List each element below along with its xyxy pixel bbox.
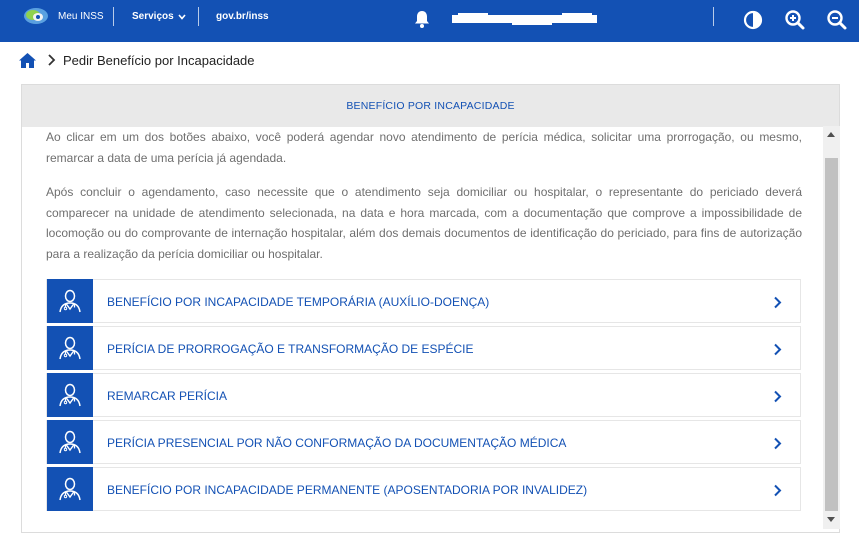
option-reschedule[interactable]: REMARCAR PERÍCIA	[46, 373, 801, 417]
instructions-paragraph: Após concluir o agendamento, caso necess…	[46, 185, 802, 261]
chevron-right-icon	[774, 484, 782, 497]
panel-scrollbar[interactable]	[823, 126, 840, 529]
option-temporary-incapacity[interactable]: BENEFÍCIO POR INCAPACIDADE TEMPORÁRIA (A…	[46, 279, 801, 323]
option-label: PERÍCIA DE PRORROGAÇÃO E TRANSFORMAÇÃO D…	[107, 342, 474, 356]
doctor-icon	[59, 336, 81, 360]
scrollbar-thumb[interactable]	[825, 158, 838, 511]
option-label: BENEFÍCIO POR INCAPACIDADE TEMPORÁRIA (A…	[107, 295, 490, 309]
scroll-up-arrow-icon[interactable]	[827, 132, 835, 137]
option-icon-box	[47, 420, 93, 464]
brand-meu-inss[interactable]: Meu INSS	[58, 11, 104, 22]
scroll-down-arrow-icon[interactable]	[827, 517, 835, 522]
divider	[198, 7, 199, 26]
panel-title: BENEFÍCIO POR INCAPACIDADE	[22, 85, 839, 127]
breadcrumb-current: Pedir Benefício por Incapacidade	[63, 52, 255, 68]
inss-logo-icon[interactable]	[23, 6, 49, 26]
option-in-person-exam[interactable]: PERÍCIA PRESENCIAL POR NÃO CONFORMAÇÃO D…	[46, 420, 801, 464]
divider	[713, 7, 714, 26]
contrast-icon[interactable]	[742, 9, 764, 31]
option-label: BENEFÍCIO POR INCAPACIDADE PERMANENTE (A…	[107, 483, 588, 497]
services-menu[interactable]: Serviços	[132, 11, 186, 22]
chevron-down-icon	[178, 13, 186, 20]
chevron-right-icon	[774, 296, 782, 309]
intro-paragraph: Ao clicar em um dos botões abaixo, você …	[46, 130, 802, 165]
doctor-icon	[59, 289, 81, 313]
option-icon-box	[47, 326, 93, 370]
bell-icon[interactable]	[412, 9, 432, 29]
zoom-out-icon[interactable]	[826, 9, 848, 31]
doctor-icon	[59, 430, 81, 454]
breadcrumb: Pedir Benefício por Incapacidade	[18, 50, 255, 70]
doctor-icon	[59, 477, 81, 501]
option-icon-box	[47, 467, 93, 511]
option-icon-box	[47, 373, 93, 417]
services-label: Serviços	[132, 11, 174, 22]
option-permanent-incapacity[interactable]: BENEFÍCIO POR INCAPACIDADE PERMANENTE (A…	[46, 467, 801, 511]
redacted-user-name	[452, 13, 597, 25]
divider	[113, 7, 114, 26]
chevron-right-icon	[774, 343, 782, 356]
panel-content: Ao clicar em um dos botões abaixo, você …	[22, 127, 823, 530]
govbr-link[interactable]: gov.br/inss	[216, 11, 269, 22]
zoom-in-icon[interactable]	[784, 9, 806, 31]
doctor-icon	[59, 383, 81, 407]
benefit-panel: BENEFÍCIO POR INCAPACIDADE Ao clicar em …	[21, 84, 840, 533]
chevron-right-icon	[774, 437, 782, 450]
option-extension-transformation[interactable]: PERÍCIA DE PRORROGAÇÃO E TRANSFORMAÇÃO D…	[46, 326, 801, 370]
top-navigation-bar: Meu INSS Serviços gov.br/inss	[0, 0, 859, 42]
chevron-right-icon	[774, 390, 782, 403]
home-icon[interactable]	[18, 52, 37, 69]
chevron-right-icon	[48, 54, 56, 66]
option-label: REMARCAR PERÍCIA	[107, 389, 228, 403]
option-icon-box	[47, 279, 93, 323]
option-label: PERÍCIA PRESENCIAL POR NÃO CONFORMAÇÃO D…	[107, 436, 567, 450]
